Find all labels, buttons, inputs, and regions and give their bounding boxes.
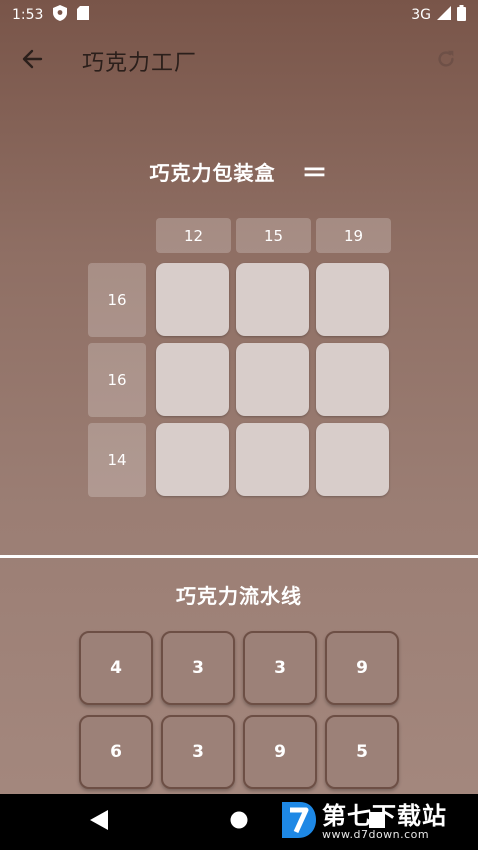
chocolate-tile[interactable]: 3 [243,631,317,705]
arrow-back-icon [21,48,43,74]
nav-home-button[interactable] [226,810,252,834]
column-header: 19 [316,218,391,253]
circle-home-icon [230,811,248,833]
column-header: 15 [236,218,311,253]
row-header: 16 [88,263,146,337]
box-cell[interactable] [236,343,309,416]
status-bar: 1:53 3G [0,0,478,30]
watermark-url-text: www.d7down.com [322,828,430,842]
equals-sign: ＝ [301,158,329,189]
box-title: 巧克力包装盒 [149,160,276,185]
status-time: 1:53 [12,7,44,23]
box-cell[interactable] [156,263,229,336]
box-cell[interactable] [316,343,389,416]
box-cell[interactable] [156,423,229,496]
chocolate-tile[interactable]: 9 [325,631,399,705]
chocolate-tile[interactable]: 3 [161,631,235,705]
pipeline-title: 巧克力流水线 [176,584,302,608]
box-cell[interactable] [236,423,309,496]
box-cell[interactable] [156,343,229,416]
chocolate-tile[interactable]: 9 [243,715,317,789]
network-type: 3G [411,7,431,23]
column-header: 12 [156,218,231,253]
section-divider [0,555,478,558]
page-title: 巧克力工厂 [82,51,198,76]
chocolate-tile[interactable]: 4 [79,631,153,705]
box-cell[interactable] [316,263,389,336]
refresh-icon [435,48,457,74]
d7-logo-icon [276,798,318,846]
row-header: 14 [88,423,146,497]
app-bar: 巧克力工厂 [0,30,478,92]
box-title-row: 巧克力包装盒 ＝ [0,155,478,189]
watermark: 第七下载站 www.d7down.com [276,797,472,847]
triangle-back-icon [90,810,108,834]
nav-back-button[interactable] [86,810,112,834]
chocolate-tile[interactable]: 6 [79,715,153,789]
signal-icon [437,6,451,24]
battery-icon [457,5,466,25]
shield-icon [53,5,68,25]
chocolate-tile[interactable]: 3 [161,715,235,789]
row-header: 16 [88,343,146,417]
box-cell[interactable] [316,423,389,496]
refresh-button[interactable] [428,43,464,79]
sd-card-icon [77,6,90,24]
chocolate-tile[interactable]: 5 [325,715,399,789]
box-cell[interactable] [236,263,309,336]
back-button[interactable] [14,43,50,79]
watermark-main-text: 第七下载站 [322,801,447,830]
